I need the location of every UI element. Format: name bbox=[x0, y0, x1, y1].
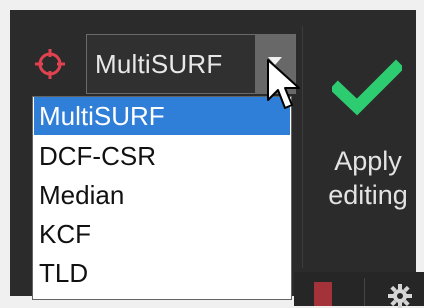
tracking-toolbar: MultiSURF Apply editing MultiSURF DCF-CS… bbox=[10, 10, 424, 308]
crosshair-target-icon[interactable] bbox=[34, 48, 66, 80]
dropdown-option-dcf-csr[interactable]: DCF-CSR bbox=[34, 137, 290, 175]
strip-divider bbox=[364, 278, 365, 306]
apply-editing-button[interactable]: Apply editing bbox=[310, 20, 424, 256]
dropdown-option-kcf[interactable]: KCF bbox=[34, 215, 290, 253]
tracker-dropdown-list: MultiSURF DCF-CSR Median KCF TLD bbox=[32, 96, 292, 300]
apply-section: Apply editing bbox=[310, 20, 424, 260]
bottom-toolbar-strip bbox=[294, 272, 424, 308]
window-frame-top bbox=[0, 0, 424, 10]
stop-icon[interactable] bbox=[314, 282, 332, 306]
tracker-select-value: MultiSURF bbox=[95, 49, 223, 79]
apply-editing-label: Apply editing bbox=[328, 146, 408, 210]
window-frame-left bbox=[0, 0, 10, 296]
tracker-select[interactable]: MultiSURF bbox=[86, 34, 296, 94]
gear-icon[interactable] bbox=[388, 284, 412, 308]
checkmark-icon bbox=[332, 59, 402, 116]
dropdown-option-multisurf[interactable]: MultiSURF bbox=[34, 97, 290, 135]
dropdown-option-median[interactable]: Median bbox=[34, 176, 290, 214]
mouse-pointer-icon bbox=[267, 59, 300, 109]
dropdown-option-tld[interactable]: TLD bbox=[34, 254, 290, 292]
